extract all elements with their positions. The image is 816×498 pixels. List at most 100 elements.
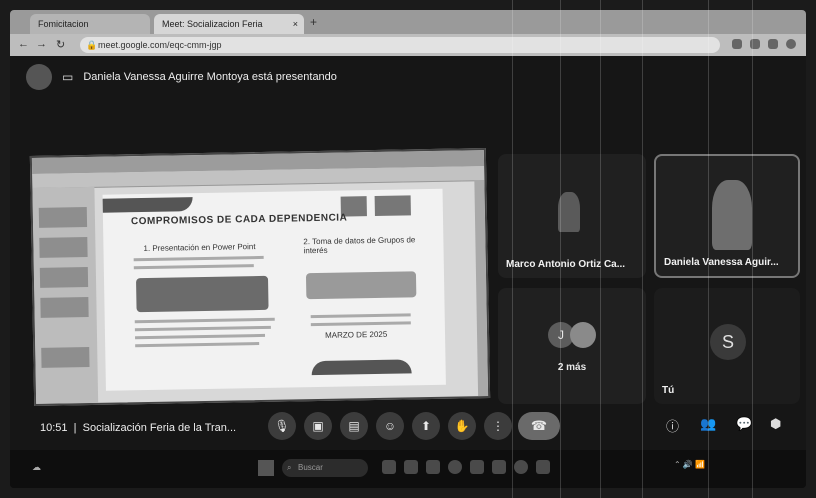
slide-thumbnail xyxy=(39,267,89,288)
browser-tab-bar: Fomicitacion Meet: Socializacion Feria ×… xyxy=(10,10,806,34)
forward-icon[interactable]: → xyxy=(36,38,47,50)
participant-tile-marco[interactable]: Marco Antonio Ortiz Ca... xyxy=(498,154,646,278)
folder-taskbar-icon[interactable] xyxy=(470,460,484,474)
back-icon[interactable]: ← xyxy=(18,38,29,50)
photo-artifact xyxy=(642,0,643,498)
extension-icon[interactable] xyxy=(768,39,778,49)
camera-icon: ▣ xyxy=(312,419,324,433)
photo-artifact xyxy=(708,0,709,498)
present-icon: ▭ xyxy=(62,70,74,84)
taskbar-app-icon[interactable] xyxy=(492,460,506,474)
taskbar-app-icon[interactable] xyxy=(536,460,550,474)
slide-text-line xyxy=(134,325,271,332)
tab-label: Fomicitacion xyxy=(38,19,89,29)
participant-name: Marco Antonio Ortiz Ca... xyxy=(506,259,626,270)
search-icon: ⌕ xyxy=(287,463,292,472)
browser-taskbar-icon[interactable] xyxy=(448,460,462,474)
participant-name: Daniela Vanessa Aguir... xyxy=(664,257,779,268)
os-taskbar: ☁ ⌕ Buscar ⌃ 🔊 📶 xyxy=(10,450,806,488)
participant-video xyxy=(558,192,580,232)
new-tab-button[interactable]: + xyxy=(310,15,317,29)
slide-footer-date: MARZO DE 2025 xyxy=(324,329,388,340)
participant-avatar xyxy=(570,322,596,348)
more-options-button[interactable]: ⋮ xyxy=(484,412,512,440)
taskbar-app-icon[interactable] xyxy=(404,460,418,474)
scrollbar[interactable] xyxy=(474,180,489,397)
close-icon[interactable]: × xyxy=(293,14,298,34)
slide-thumbnails xyxy=(32,186,99,404)
slide-box xyxy=(305,271,417,300)
raise-hand-button[interactable]: ✋ xyxy=(448,412,476,440)
meet-area: ▭ Daniela Vanessa Aguirre Montoya está p… xyxy=(10,56,806,488)
presenting-text: Daniela Vanessa Aguirre Montoya está pre… xyxy=(83,71,337,83)
mic-icon: 🎙 xyxy=(274,419,290,433)
present-button[interactable]: ⬆ xyxy=(412,412,440,440)
chat-icon[interactable]: 💬 xyxy=(736,416,752,432)
taskbar-search-input[interactable]: ⌕ Buscar xyxy=(282,459,368,477)
slide-title: COMPROMISOS DE CADA DEPENDENCIA xyxy=(130,212,348,228)
self-label: Tú xyxy=(662,385,675,396)
more-icon: ⋮ xyxy=(492,419,504,433)
meeting-info: 10:51 | Socialización Feria de la Tran..… xyxy=(40,422,237,434)
slide-text-line xyxy=(135,333,266,340)
taskbar-app-icon[interactable] xyxy=(426,460,440,474)
slide-swoosh xyxy=(102,197,193,213)
url-text: meet.google.com/eqc-cmm-jgp xyxy=(98,40,222,50)
slide-box xyxy=(136,275,269,313)
leave-call-button[interactable]: ☎ xyxy=(518,412,560,440)
slide-heading-1: 1. Presentación en Power Point xyxy=(143,242,256,254)
profile-avatar[interactable] xyxy=(786,39,796,49)
taskbar-app-icon[interactable] xyxy=(382,460,396,474)
windows-start-icon[interactable] xyxy=(258,460,274,476)
self-avatar: S xyxy=(710,324,746,360)
slide-text-line xyxy=(134,317,275,324)
presenter-banner: ▭ Daniela Vanessa Aguirre Montoya está p… xyxy=(26,64,337,90)
slide-text-line xyxy=(133,255,264,262)
slide-heading-2: 2. Toma de datos de Grupos de interés xyxy=(303,235,416,256)
slide-thumbnail xyxy=(38,207,88,228)
address-bar: ← → ↻ 🔒 meet.google.com/eqc-cmm-jgp xyxy=(10,34,806,56)
photo-artifact xyxy=(752,0,753,498)
participant-video xyxy=(712,180,752,250)
slide-thumbnail xyxy=(39,237,88,258)
more-participants-label: 2 más xyxy=(557,362,587,373)
captions-button[interactable]: ▤ xyxy=(340,412,368,440)
slide-thumbnail xyxy=(41,346,90,368)
url-input[interactable]: 🔒 meet.google.com/eqc-cmm-jgp xyxy=(80,37,720,53)
system-tray[interactable]: ⌃ 🔊 📶 xyxy=(674,460,705,469)
camera-button[interactable]: ▣ xyxy=(304,412,332,440)
clock-time: 10:51 xyxy=(40,422,68,434)
photo-artifact xyxy=(560,0,561,498)
presenter-avatar xyxy=(26,64,52,90)
hangup-icon: ☎ xyxy=(530,418,548,433)
slide-text-line xyxy=(310,321,411,327)
meeting-name: Socialización Feria de la Tran... xyxy=(82,422,237,434)
weather-widget[interactable]: ☁ xyxy=(32,462,41,473)
slide-text-line xyxy=(133,264,254,270)
hand-icon: ✋ xyxy=(454,419,470,433)
photo-artifact xyxy=(600,0,601,498)
slide-thumbnail xyxy=(40,296,89,318)
emoji-icon: ☺ xyxy=(383,419,397,433)
shared-screen: COMPROMISOS DE CADA DEPENDENCIA 1. Prese… xyxy=(29,148,491,406)
more-participants-tile[interactable]: J 2 más xyxy=(498,288,646,404)
present-screen-icon: ⬆ xyxy=(420,419,432,433)
lock-icon: 🔒 xyxy=(86,40,98,50)
self-tile[interactable]: S Tú xyxy=(654,288,800,404)
slide-swoosh xyxy=(311,359,412,376)
browser-tab-2[interactable]: Meet: Socializacion Feria × xyxy=(154,14,304,34)
search-placeholder: Buscar xyxy=(298,463,323,472)
chrome-taskbar-icon[interactable] xyxy=(514,460,528,474)
mic-button[interactable]: 🎙 xyxy=(268,412,296,440)
logo-icon xyxy=(374,195,411,216)
info-icon[interactable]: ⓘ xyxy=(666,416,679,435)
captions-icon: ▤ xyxy=(348,419,360,433)
reload-icon[interactable]: ↻ xyxy=(56,38,65,51)
slide-text-line xyxy=(135,342,260,348)
slide-canvas: COMPROMISOS DE CADA DEPENDENCIA 1. Prese… xyxy=(102,188,446,391)
activities-icon[interactable]: ⬢ xyxy=(770,416,781,432)
extension-icon[interactable] xyxy=(732,39,742,49)
emoji-button[interactable]: ☺ xyxy=(376,412,404,440)
browser-tab-1[interactable]: Fomicitacion xyxy=(30,14,150,34)
participant-tile-daniela[interactable]: Daniela Vanessa Aguir... xyxy=(654,154,800,278)
